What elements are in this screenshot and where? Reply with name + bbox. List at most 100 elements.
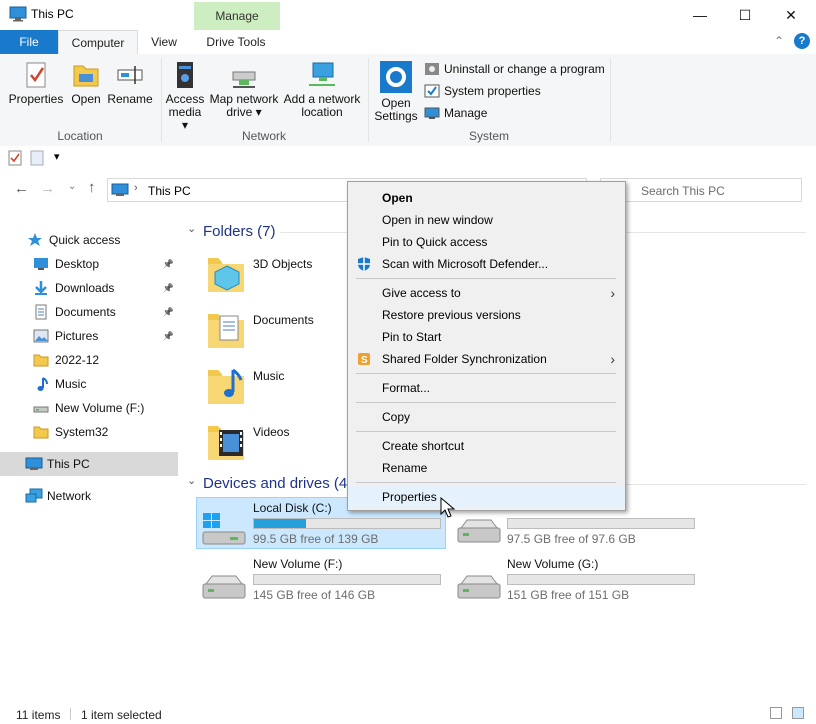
selection-count: 1 item selected xyxy=(81,708,162,722)
media-server-icon xyxy=(177,62,193,88)
large-icons-view-icon[interactable] xyxy=(792,707,804,719)
breadcrumb-chevron-icon[interactable]: › xyxy=(134,182,138,194)
open-settings-button[interactable]: Open Settings xyxy=(372,60,420,123)
drive-name[interactable]: New Volume (F:) xyxy=(253,557,342,571)
nav-item[interactable]: Downloads 📌 xyxy=(0,276,178,300)
folder-name[interactable]: Videos xyxy=(253,425,289,439)
menu-item-scan-defender[interactable]: Scan with Microsoft Defender... xyxy=(348,253,625,275)
menu-item-open[interactable]: Open xyxy=(348,187,625,209)
windows-drive-icon xyxy=(202,513,246,545)
drive-usage-bar xyxy=(253,518,441,529)
folder-name[interactable]: Documents xyxy=(253,313,314,327)
search-box[interactable]: Search This PC xyxy=(600,178,802,202)
folder-item[interactable] xyxy=(205,250,247,299)
forward-arrow-icon[interactable]: → xyxy=(40,180,55,197)
details-view-icon[interactable] xyxy=(770,707,782,719)
collapse-folders-icon[interactable]: ⌄ xyxy=(187,222,196,235)
drives-section-title[interactable]: Devices and drives (4) xyxy=(203,475,352,492)
folder-name[interactable]: Music xyxy=(253,369,284,383)
open-button[interactable]: Open xyxy=(66,60,106,106)
folder-item[interactable] xyxy=(205,306,247,355)
collapse-ribbon-icon[interactable]: ⌃ xyxy=(774,34,784,48)
nav-item-label: Desktop xyxy=(55,257,100,271)
drive-usage-bar xyxy=(253,574,441,585)
maximize-button[interactable]: ☐ xyxy=(722,0,768,30)
3d-objects-folder-icon xyxy=(208,258,244,292)
properties-button[interactable]: Properties xyxy=(6,60,66,106)
add-network-location-button[interactable]: Add a network location xyxy=(282,60,362,119)
manage-button[interactable]: Manage xyxy=(424,105,487,121)
pin-icon: 📌 xyxy=(162,330,174,341)
customize-qat-icon[interactable]: ▾ xyxy=(54,150,60,163)
close-button[interactable]: ✕ xyxy=(768,0,814,30)
tab-computer[interactable]: Computer xyxy=(58,30,138,55)
recent-locations-icon[interactable]: ⌄ xyxy=(68,181,76,192)
menu-separator xyxy=(356,482,616,483)
tab-view[interactable]: View xyxy=(140,30,188,54)
folders-section-title[interactable]: Folders (7) xyxy=(203,223,276,240)
menu-item-restore-versions[interactable]: Restore previous versions xyxy=(348,304,625,326)
folder-name[interactable]: 3D Objects xyxy=(253,257,312,271)
properties-icon xyxy=(26,62,46,88)
menu-item-properties[interactable]: Properties xyxy=(348,486,625,508)
nav-quick-access[interactable]: Quick access xyxy=(0,228,178,252)
nav-this-pc[interactable]: This PC xyxy=(0,452,178,476)
svg-text:S: S xyxy=(361,355,368,366)
nav-item[interactable]: Pictures 📌 xyxy=(0,324,178,348)
up-arrow-icon[interactable]: ↑ xyxy=(88,179,96,196)
nav-item[interactable]: New Volume (F:) xyxy=(0,396,178,420)
context-menu: Open Open in new window Pin to Quick acc… xyxy=(347,181,626,511)
menu-item-pin-start[interactable]: Pin to Start xyxy=(348,326,625,348)
breadcrumb[interactable]: This PC xyxy=(148,184,191,198)
rename-button[interactable]: Rename xyxy=(106,60,154,106)
nav-item[interactable]: Desktop 📌 xyxy=(0,252,178,276)
access-media-button[interactable]: Access media ▾ xyxy=(164,60,206,132)
back-arrow-icon[interactable]: ← xyxy=(14,180,29,197)
pictures-icon xyxy=(33,328,49,344)
drive-free-space: 97.5 GB free of 97.6 GB xyxy=(507,532,636,546)
menu-item-rename[interactable]: Rename xyxy=(348,457,625,479)
tab-drive-tools[interactable]: Drive Tools xyxy=(196,30,276,54)
menu-item-format[interactable]: Format... xyxy=(348,377,625,399)
menu-separator xyxy=(356,402,616,403)
collapse-drives-icon[interactable]: ⌄ xyxy=(187,474,196,487)
drive-name[interactable]: New Volume (G:) xyxy=(507,557,598,571)
drive-free-space: 151 GB free of 151 GB xyxy=(507,588,630,602)
nav-network[interactable]: Network xyxy=(0,484,178,508)
map-network-drive-label: Map network drive ▾ xyxy=(209,92,279,119)
nav-item-label: System32 xyxy=(55,425,109,439)
nav-item[interactable]: System32 xyxy=(0,420,178,444)
menu-item-create-shortcut[interactable]: Create shortcut xyxy=(348,435,625,457)
map-network-drive-button[interactable]: Map network drive ▾ xyxy=(206,60,282,119)
drive-name[interactable]: Local Disk (C:) xyxy=(253,501,332,515)
uninstall-program-button[interactable]: Uninstall or change a program xyxy=(424,61,605,77)
uninstall-label: Uninstall or change a program xyxy=(444,62,605,76)
nav-item[interactable]: Music xyxy=(0,372,178,396)
submenu-arrow-icon: › xyxy=(610,285,615,301)
minimize-button[interactable]: — xyxy=(677,0,723,30)
properties-label: Properties xyxy=(8,92,64,106)
properties-qat-icon[interactable] xyxy=(8,150,22,166)
nav-item[interactable]: 2022-12 xyxy=(0,348,178,372)
folder-item[interactable] xyxy=(205,362,247,411)
nav-item-label: 2022-12 xyxy=(55,353,100,367)
new-folder-qat-icon[interactable] xyxy=(30,150,44,166)
help-icon[interactable]: ? xyxy=(794,33,810,49)
system-properties-button[interactable]: System properties xyxy=(424,83,541,99)
drive-usage-fill xyxy=(254,519,307,528)
tab-file[interactable]: File xyxy=(0,30,58,54)
folder-item[interactable] xyxy=(205,418,247,467)
music-icon xyxy=(33,376,49,392)
nav-item[interactable]: Documents 📌 xyxy=(0,300,178,324)
menu-item-give-access[interactable]: Give access to › xyxy=(348,282,625,304)
menu-item-give-access-label: Give access to xyxy=(382,286,461,300)
pin-icon: 📌 xyxy=(162,258,174,269)
navigation-pane: Quick access This PC Network Desktop 📌 Dow… xyxy=(0,212,179,702)
videos-folder-icon xyxy=(208,426,244,460)
menu-item-copy[interactable]: Copy xyxy=(348,406,625,428)
menu-item-shared-sync[interactable]: S Shared Folder Synchronization › xyxy=(348,348,625,370)
group-network-label: Network xyxy=(241,129,286,143)
status-divider xyxy=(70,708,71,720)
menu-item-pin-quick-access[interactable]: Pin to Quick access xyxy=(348,231,625,253)
menu-item-open-new-window[interactable]: Open in new window xyxy=(348,209,625,231)
